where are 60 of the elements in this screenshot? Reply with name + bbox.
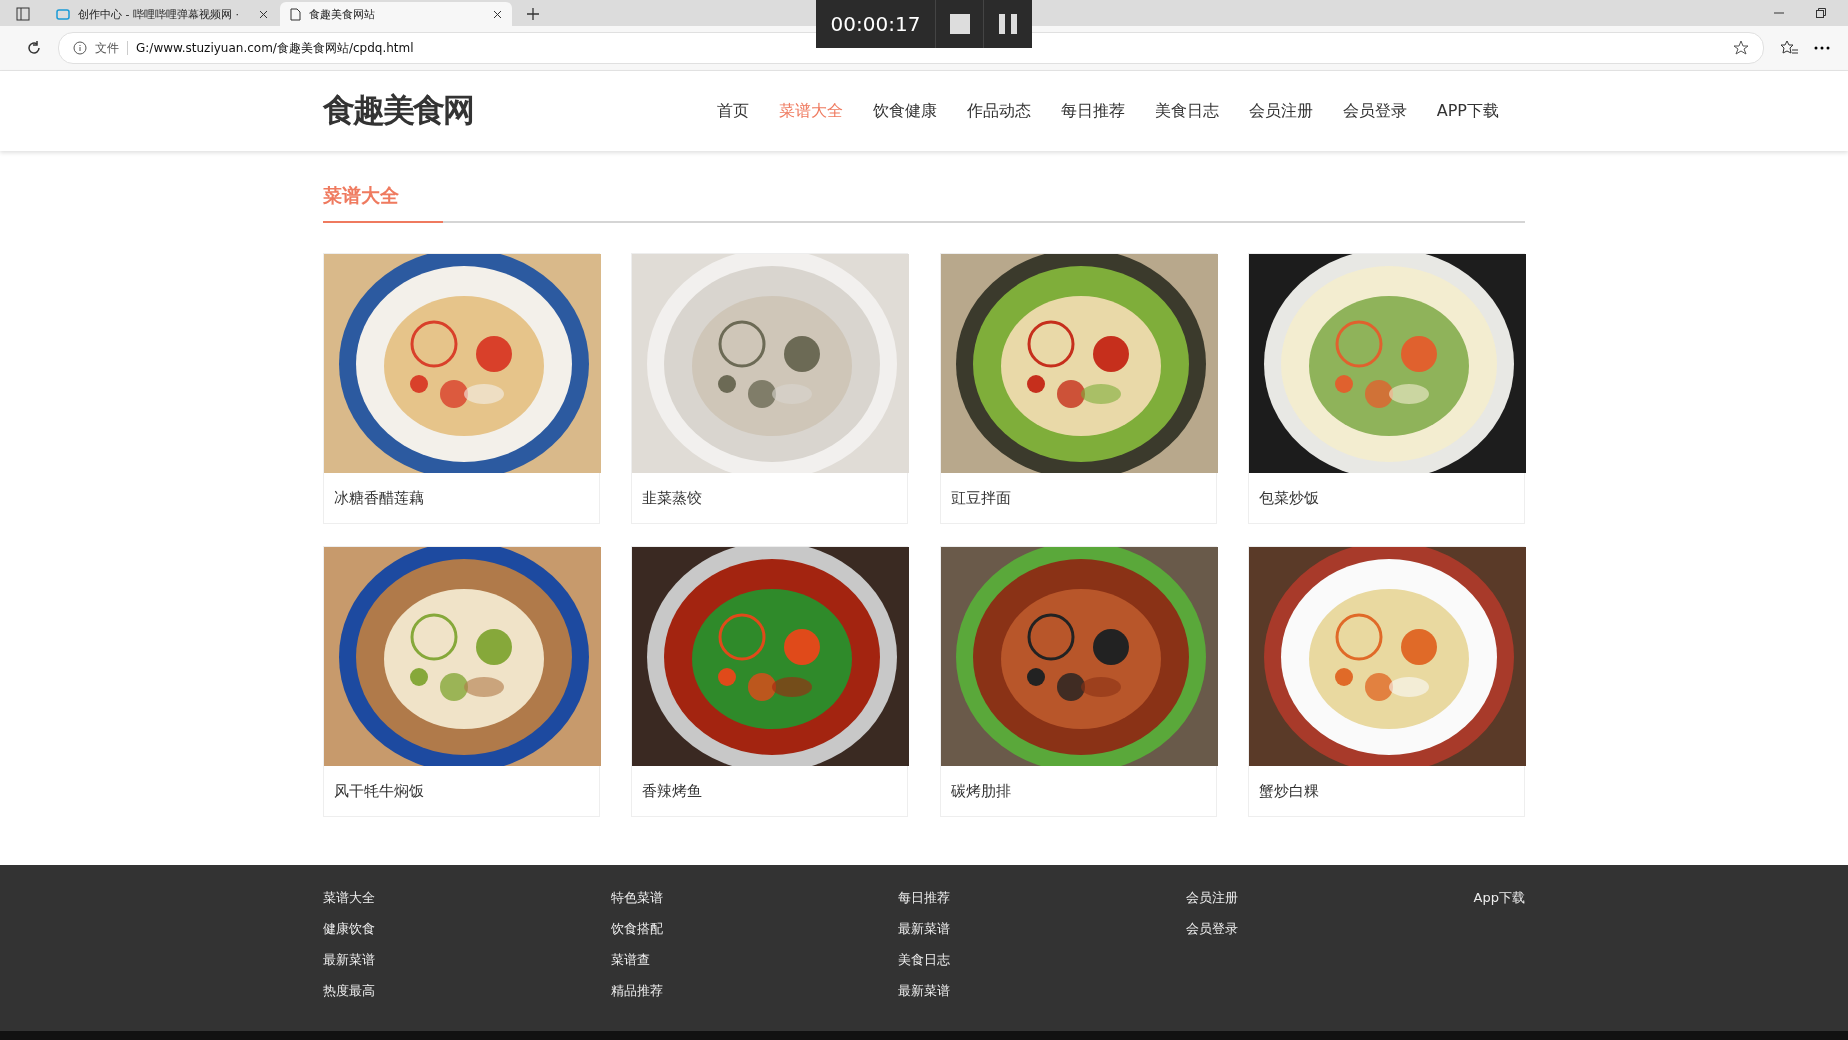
reload-icon[interactable] [26,40,42,56]
restore-icon[interactable] [1816,8,1826,18]
nav-link[interactable]: 会员注册 [1234,100,1327,122]
recipe-card[interactable]: 韭菜蒸饺 [631,253,909,524]
footer-link[interactable]: 最新菜谱 [898,920,1099,938]
footer-link[interactable]: 菜谱大全 [323,889,523,907]
recipe-name: 蟹炒白粿 [1258,780,1320,802]
footer-link[interactable]: 热度最高 [323,982,523,1000]
close-icon[interactable] [259,9,268,19]
nav-link[interactable]: 作品动态 [952,100,1045,122]
favorites-icon[interactable] [1780,40,1798,56]
recipe-card[interactable]: 碳烤肋排 [939,546,1217,817]
recipe-card[interactable]: 豇豆拌面 [939,253,1217,524]
close-icon[interactable] [493,9,502,19]
star-icon[interactable] [1733,40,1749,56]
nav-link[interactable]: 每日推荐 [1046,100,1139,122]
url-text: G:/www.stuziyuan.com/食趣美食网站/cpdq.html [136,39,414,57]
footer-link[interactable]: App下载 [1473,889,1525,907]
plus-icon[interactable] [526,7,540,21]
nav-link[interactable]: 会员登录 [1328,100,1421,122]
sidebar-icon[interactable] [16,7,30,21]
footer-link[interactable]: 健康饮食 [323,920,523,938]
site-logo[interactable]: 食趣美食网 [323,89,473,133]
footer-link[interactable]: 菜谱查 [610,951,811,969]
browser-tab[interactable]: 创作中心 - 哔哩哔哩弹幕视频网 · [46,2,278,26]
recipe-card[interactable]: 香辣烤鱼 [631,546,909,817]
footer-link[interactable]: 饮食搭配 [610,920,811,938]
nav-link[interactable]: 美食日志 [1140,100,1233,122]
footer-link[interactable]: 最新菜谱 [898,982,1099,1000]
footer-link[interactable]: 美食日志 [898,951,1099,969]
footer-link[interactable]: 会员登录 [1185,920,1386,938]
recipe-name: 碳烤肋排 [949,780,1012,802]
recipe-card[interactable]: 蟹炒白粿 [1248,546,1525,817]
address-bar[interactable]: 文件 G:/www.stuziyuan.com/食趣美食网站/cpdq.html [58,32,1764,64]
page-icon [290,7,301,21]
recipe-name: 香辣烤鱼 [641,780,704,802]
info-label: 文件 [95,39,119,57]
info-icon [73,41,87,55]
footer-link[interactable]: 精品推荐 [610,982,811,1000]
recipe-name: 豇豆拌面 [949,487,1012,509]
footer-link[interactable]: 会员注册 [1185,889,1386,907]
more-icon[interactable] [1814,46,1830,50]
recipe-card[interactable]: 风干牦牛焖饭 [323,546,600,817]
recipe-name: 韭菜蒸饺 [641,487,704,509]
nav-link[interactable]: 首页 [702,100,763,122]
nav-link[interactable]: 饮食健康 [858,100,951,122]
browser-tab[interactable]: 食趣美食网站 [280,2,512,26]
recipe-card[interactable]: 包菜炒饭 [1248,253,1525,524]
recipe-name: 包菜炒饭 [1258,487,1320,509]
footer-link[interactable]: 每日推荐 [898,889,1099,907]
recipe-name: 风干牦牛焖饭 [333,780,425,802]
tv-icon [56,8,70,20]
footer-link[interactable]: 最新菜谱 [323,951,523,969]
pause-icon [999,14,1018,34]
nav-link[interactable]: APP下载 [1422,100,1513,122]
recipe-name: 冰糖香醋莲藕 [333,487,425,509]
stop-icon [949,14,970,34]
footer-link[interactable]: 特色菜谱 [610,889,811,907]
section-title: 菜谱大全 [323,183,443,223]
recipe-card[interactable]: 冰糖香醋莲藕 [323,253,600,524]
